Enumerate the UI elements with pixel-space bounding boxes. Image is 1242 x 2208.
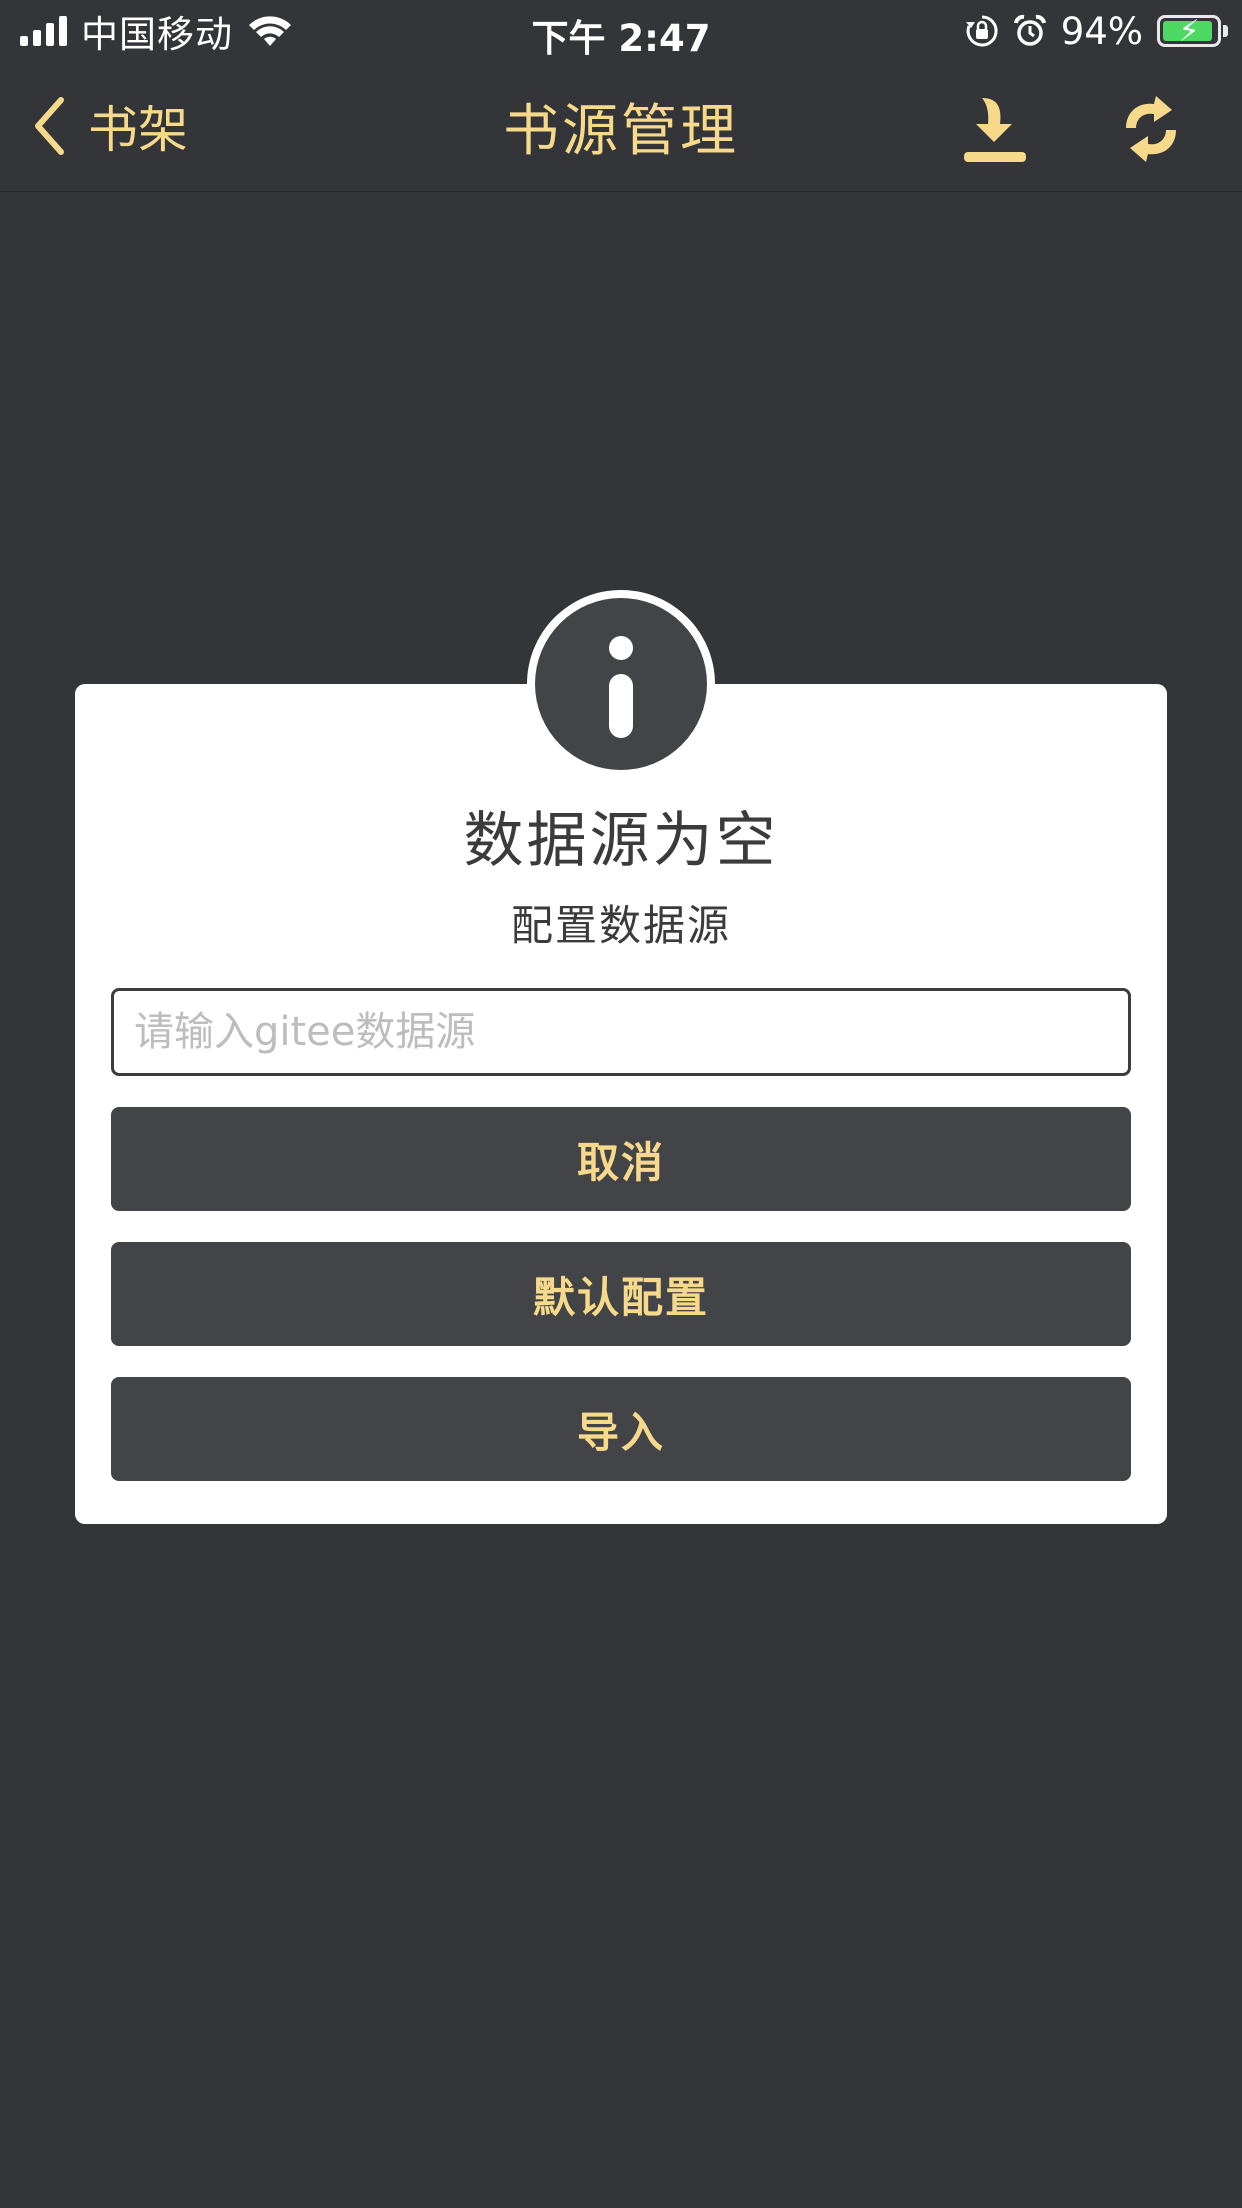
info-badge	[527, 590, 715, 778]
book-source-screen: 中国移动 下午 2:47 94% ⚡ 书架 书源管理 数据源为空 配置数据源 请…	[0, 0, 1242, 2208]
page-title: 书源管理	[503, 99, 739, 164]
cancel-button[interactable]: 取消	[111, 1107, 1131, 1211]
nav-bar: 书架 书源管理	[0, 62, 1242, 192]
default-config-button[interactable]: 默认配置	[111, 1242, 1131, 1346]
alarm-icon	[1013, 14, 1046, 46]
dialog-subtitle: 配置数据源	[510, 901, 731, 950]
orientation-lock-icon	[965, 15, 998, 47]
empty-source-dialog: 数据源为空 配置数据源 取消 默认配置 导入	[75, 684, 1167, 1524]
charging-bolt-icon: ⚡	[1178, 14, 1200, 49]
battery-percent: 94%	[1060, 9, 1143, 53]
gitee-source-input[interactable]	[111, 988, 1131, 1076]
status-right: 94% ⚡	[965, 8, 1228, 54]
import-button[interactable]: 导入	[111, 1377, 1131, 1481]
download-icon	[964, 98, 1026, 162]
refresh-button[interactable]	[1106, 84, 1196, 174]
info-icon	[535, 598, 707, 770]
download-button[interactable]	[950, 84, 1040, 174]
refresh-icon	[1126, 96, 1176, 162]
status-bar: 中国移动 下午 2:47 94% ⚡	[0, 0, 1242, 62]
dialog-title: 数据源为空	[463, 806, 779, 876]
battery-icon: ⚡	[1157, 14, 1228, 49]
